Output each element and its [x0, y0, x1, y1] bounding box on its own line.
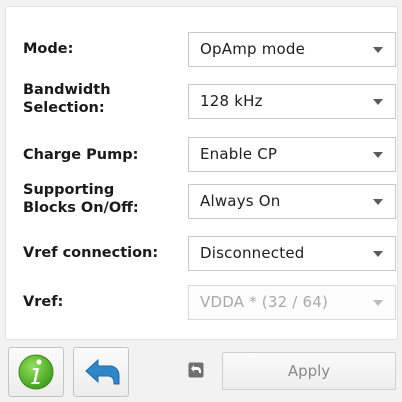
mode-select[interactable]: OpAmp mode	[188, 32, 396, 67]
bandwidth-select[interactable]: 128 kHz	[188, 84, 396, 119]
supporting-blocks-select[interactable]: Always On	[188, 184, 396, 219]
reset-icon[interactable]	[188, 362, 204, 378]
mode-value: OpAmp mode	[200, 40, 306, 58]
undo-button[interactable]	[73, 347, 129, 397]
chevron-down-icon	[373, 199, 383, 205]
supporting-blocks-label: Supporting Blocks On/Off:	[23, 182, 139, 216]
vref-value: VDDA * (32 / 64)	[200, 293, 329, 311]
chevron-down-icon	[373, 47, 383, 53]
mode-row: Mode: OpAmp mode	[6, 7, 397, 77]
info-icon	[18, 354, 54, 390]
mode-label: Mode:	[23, 41, 74, 57]
vref-connection-label: Vref connection:	[23, 245, 159, 261]
chevron-down-icon	[373, 251, 383, 257]
bandwidth-value: 128 kHz	[200, 92, 263, 110]
chevron-down-icon	[373, 300, 383, 306]
vref-label: Vref:	[23, 294, 64, 310]
chevron-down-icon	[373, 152, 383, 158]
charge-pump-select[interactable]: Enable CP	[188, 137, 396, 172]
vref-connection-value: Disconnected	[200, 244, 305, 262]
undo-icon	[85, 358, 120, 385]
vref-select: VDDA * (32 / 64)	[188, 285, 396, 320]
bottom-toolbar: Apply	[0, 339, 402, 402]
vref-connection-select[interactable]: Disconnected	[188, 236, 396, 271]
charge-pump-value: Enable CP	[200, 145, 278, 163]
bandwidth-label: Bandwidth Selection:	[23, 82, 111, 116]
info-button[interactable]	[8, 347, 64, 397]
charge-pump-label: Charge Pump:	[23, 147, 139, 163]
config-panel: Mode: OpAmp mode Bandwidth Selection: 12…	[5, 6, 398, 340]
chevron-down-icon	[373, 99, 383, 105]
apply-button[interactable]: Apply	[222, 352, 396, 390]
supporting-blocks-value: Always On	[200, 192, 281, 210]
